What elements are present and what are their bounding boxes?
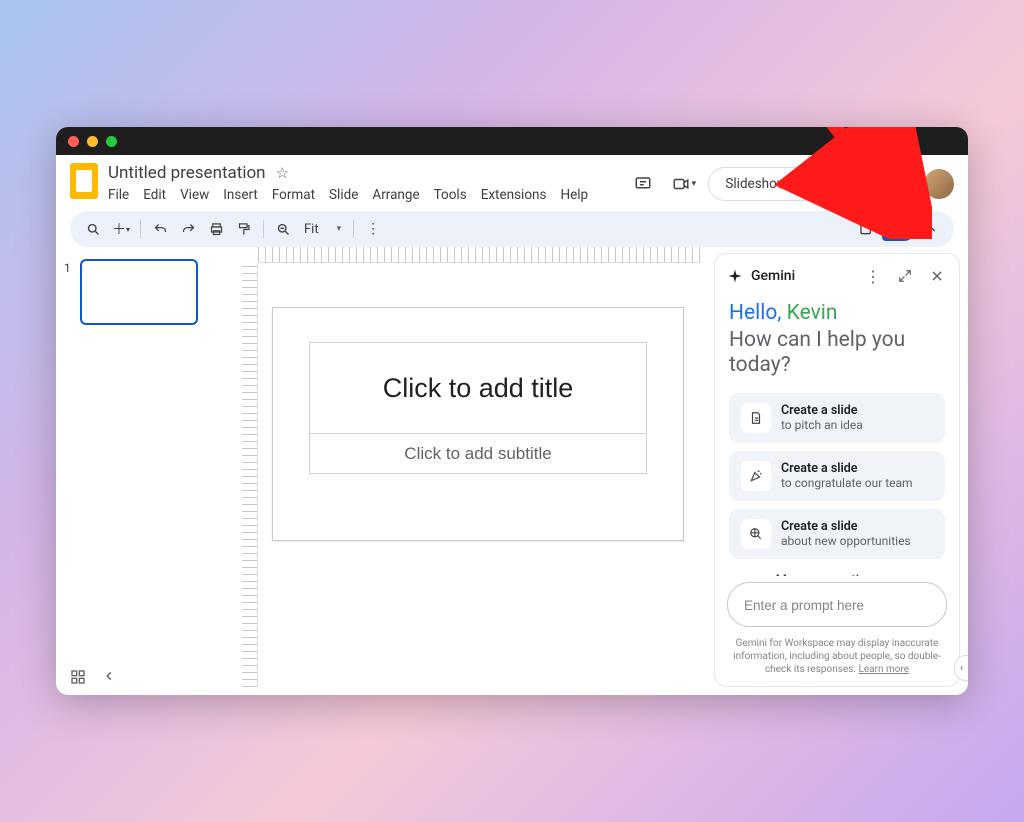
toolbar: ＋▾ Fit ▾ ⋮ ▾ [70, 211, 954, 247]
gemini-prompt-box[interactable] [727, 582, 947, 627]
collapse-toolbar-icon[interactable] [918, 216, 944, 242]
filmstrip: 1 [56, 247, 228, 695]
gemini-menu-icon[interactable]: ⋮ [861, 264, 885, 288]
slideshow-label[interactable]: Slideshow [709, 168, 803, 200]
grid-view-icon[interactable] [70, 669, 86, 685]
gemini-greeting: Hello, Kevin [729, 300, 945, 326]
menu-arrange[interactable]: Arrange [372, 187, 419, 203]
more-tools-icon[interactable]: ⋮ [360, 216, 386, 242]
gemini-subhead: How can I help you today? [729, 328, 945, 378]
search-globe-icon [741, 519, 771, 549]
menu-file[interactable]: File [108, 187, 129, 203]
vertical-ruler [242, 263, 258, 687]
gemini-learn-more-link[interactable]: Learn more [858, 664, 909, 675]
gemini-suggestion-2[interactable]: Create a slide to congratulate our team [729, 451, 945, 501]
zoom-select[interactable]: Fit ▾ [298, 222, 347, 237]
title-placeholder[interactable]: Click to add title [309, 342, 647, 434]
slideshow-button[interactable]: Slideshow ▾ [708, 167, 826, 201]
maximize-window-dot[interactable] [106, 136, 117, 147]
titlebar [56, 127, 968, 155]
print-icon[interactable] [203, 216, 229, 242]
menu-extensions[interactable]: Extensions [481, 187, 547, 203]
slides-logo-icon[interactable] [70, 163, 98, 199]
redo-icon[interactable] [175, 216, 201, 242]
comments-icon[interactable] [628, 169, 658, 199]
menu-insert[interactable]: Insert [223, 187, 258, 203]
gemini-insert-icon[interactable] [854, 216, 880, 242]
horizontal-ruler [258, 247, 702, 263]
canvas-area[interactable]: Click to add title Click to add subtitle [228, 247, 710, 695]
menu-format[interactable]: Format [272, 187, 315, 203]
chevron-down-icon: ▾ [337, 224, 342, 234]
document-icon [741, 403, 771, 433]
menu-edit[interactable]: Edit [143, 187, 166, 203]
new-slide-icon[interactable]: ＋▾ [108, 216, 134, 242]
gemini-suggestion-1[interactable]: Create a slide to pitch an idea [729, 393, 945, 443]
zoom-out-icon[interactable] [270, 216, 296, 242]
subtitle-placeholder[interactable]: Click to add subtitle [309, 434, 647, 474]
zoom-label: Fit [304, 222, 319, 237]
select-tool[interactable]: ▾ [882, 217, 916, 241]
menu-help[interactable]: Help [560, 187, 588, 203]
meet-icon[interactable]: ▾ [668, 169, 698, 199]
chevron-right-icon [886, 574, 898, 576]
document-title[interactable]: Untitled presentation [108, 163, 266, 183]
star-icon[interactable]: ☆ [276, 164, 289, 182]
app-window: Untitled presentation ☆ File Edit View I… [56, 127, 968, 695]
celebrate-icon [741, 461, 771, 491]
gemini-panel: Gemini ⋮ Hello, Kevin How can I help you… [714, 253, 960, 687]
minimize-window-dot[interactable] [87, 136, 98, 147]
slide-thumbnail-1[interactable] [80, 259, 198, 325]
menu-bar: File Edit View Insert Format Slide Arran… [108, 185, 588, 203]
gemini-spark-icon [727, 268, 743, 284]
gemini-title: Gemini [751, 268, 795, 284]
gemini-suggestion-3[interactable]: Create a slide about new opportunities [729, 509, 945, 559]
gemini-more-suggestions[interactable]: More suggestions [729, 567, 945, 576]
header: Untitled presentation ☆ File Edit View I… [56, 155, 968, 205]
gemini-disclaimer: Gemini for Workspace may display inaccur… [715, 633, 959, 686]
share-button[interactable] [836, 167, 870, 201]
slideshow-dropdown-icon[interactable]: ▾ [803, 168, 825, 200]
undo-icon[interactable] [147, 216, 173, 242]
menu-view[interactable]: View [180, 187, 209, 203]
paint-format-icon[interactable] [231, 216, 257, 242]
workspace: 1 Click to add title Click to add subtit… [56, 247, 968, 695]
menu-slide[interactable]: Slide [329, 187, 358, 203]
slide-number: 1 [64, 259, 74, 325]
menu-tools[interactable]: Tools [434, 187, 467, 203]
gemini-prompt-input[interactable] [744, 598, 930, 613]
gemini-button[interactable] [880, 167, 914, 201]
search-menus-icon[interactable] [80, 216, 106, 242]
close-window-dot[interactable] [68, 136, 79, 147]
slide-canvas[interactable]: Click to add title Click to add subtitle [272, 307, 684, 541]
gemini-expand-icon[interactable] [893, 264, 917, 288]
gemini-close-icon[interactable] [925, 264, 949, 288]
collapse-filmstrip-icon[interactable] [102, 669, 116, 685]
account-avatar[interactable] [924, 169, 954, 199]
